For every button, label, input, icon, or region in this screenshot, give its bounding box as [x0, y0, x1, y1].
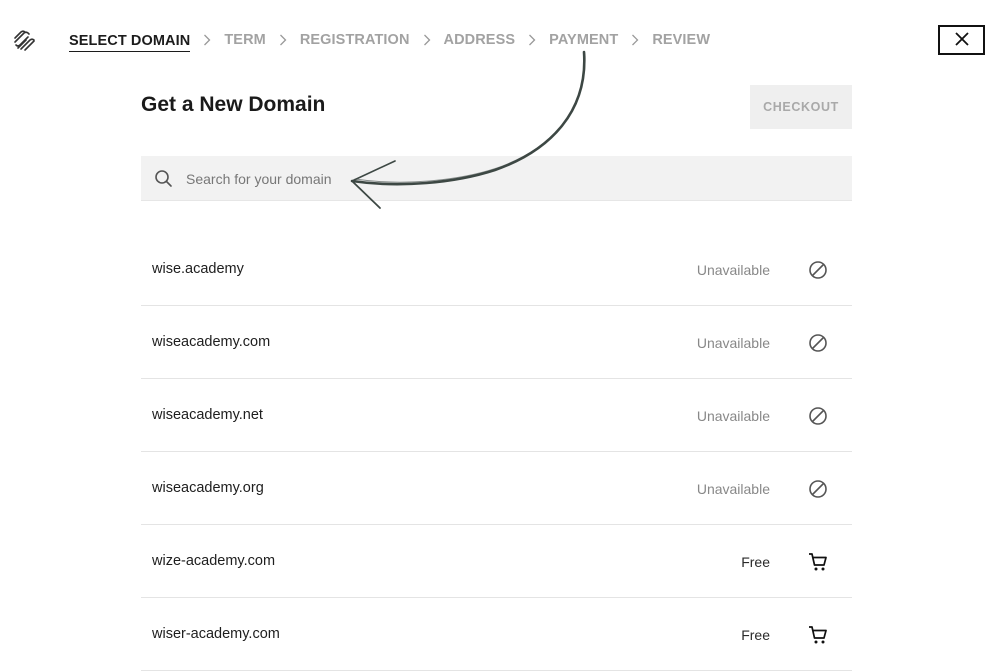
domain-row[interactable]: wiser-academy.com Free: [141, 598, 852, 671]
domain-row[interactable]: wise.academy Unavailable: [141, 233, 852, 306]
availability-status: Free: [741, 554, 770, 570]
domain-name: wise.academy: [152, 261, 244, 277]
search-input[interactable]: [184, 156, 828, 202]
unavailable-icon: [807, 405, 829, 427]
chevron-right-icon: [515, 33, 549, 47]
unavailable-icon: [807, 332, 829, 354]
checkout-steps-breadcrumb: SELECT DOMAIN TERM REGISTRATION ADDRESS …: [69, 31, 710, 52]
step-payment[interactable]: PAYMENT: [549, 32, 618, 48]
close-icon: [954, 31, 969, 49]
domain-name: wize-academy.com: [152, 553, 276, 569]
step-review[interactable]: REVIEW: [652, 32, 710, 48]
step-address[interactable]: ADDRESS: [444, 32, 516, 48]
page-title: Get a New Domain: [141, 93, 326, 116]
domain-name: wiseacademy.org: [152, 480, 264, 496]
chevron-right-icon: [410, 33, 444, 47]
squarespace-logo-icon[interactable]: [12, 29, 38, 53]
availability-status: Unavailable: [696, 262, 770, 278]
domain-search-field[interactable]: [141, 156, 852, 202]
availability-status: Free: [741, 627, 770, 643]
cart-icon[interactable]: [807, 551, 829, 573]
checkout-button[interactable]: CHECKOUT: [750, 85, 852, 129]
chevron-right-icon: [266, 33, 300, 47]
domain-row[interactable]: wiseacademy.com Unavailable: [141, 306, 852, 379]
close-button[interactable]: [938, 25, 985, 55]
availability-status: Unavailable: [696, 335, 770, 351]
unavailable-icon: [807, 478, 829, 500]
step-term[interactable]: TERM: [224, 32, 265, 48]
domain-row[interactable]: wiseacademy.org Unavailable: [141, 452, 852, 525]
availability-status: Unavailable: [696, 481, 770, 497]
domain-row[interactable]: wiseacademy.net Unavailable: [141, 379, 852, 452]
cart-icon[interactable]: [807, 624, 829, 646]
availability-status: Unavailable: [696, 408, 770, 424]
domain-row[interactable]: wize-academy.com Free: [141, 525, 852, 598]
step-select-domain[interactable]: SELECT DOMAIN: [69, 33, 191, 52]
unavailable-icon: [807, 259, 829, 281]
chevron-right-icon: [190, 33, 224, 47]
step-registration[interactable]: REGISTRATION: [300, 32, 410, 48]
chevron-right-icon: [618, 33, 652, 47]
search-icon: [154, 169, 173, 188]
domain-results-list: wise.academy Unavailable wiseacademy.com…: [141, 233, 852, 671]
domain-name: wiseacademy.com: [152, 334, 271, 350]
domain-name: wiser-academy.com: [152, 626, 280, 642]
domain-name: wiseacademy.net: [152, 407, 263, 423]
